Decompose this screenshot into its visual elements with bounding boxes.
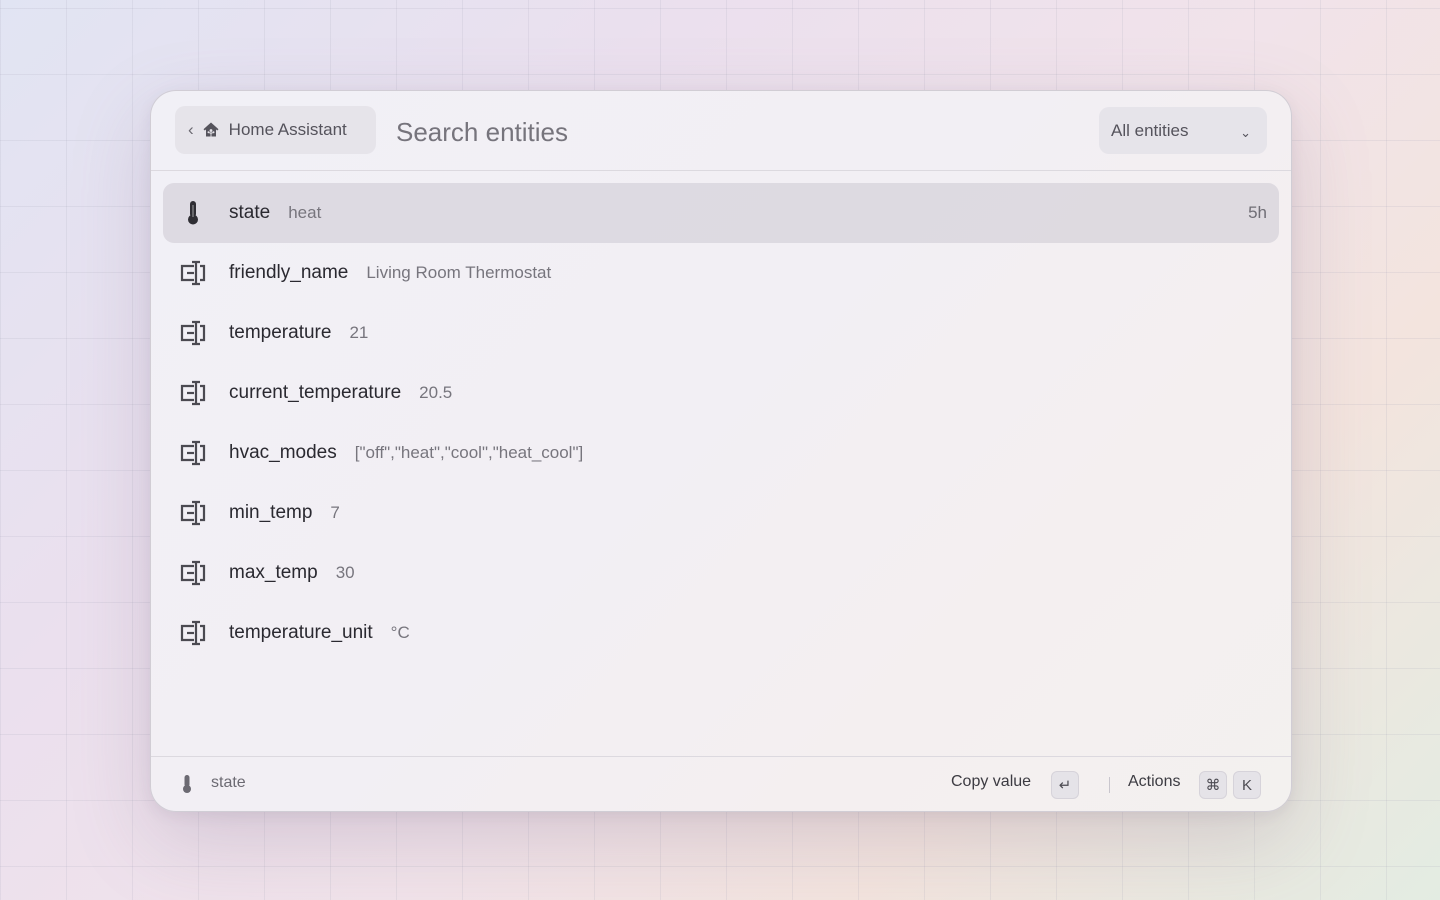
item-value: heat (288, 203, 322, 222)
item-text: hvac_modes ["off","heat","cool","heat_coo… (229, 442, 583, 464)
item-key: max_temp (229, 562, 318, 583)
divider (1109, 777, 1110, 793)
list-item[interactable]: min_temp 7 (163, 483, 1279, 543)
item-value: 21 (349, 323, 369, 342)
item-key: temperature (229, 322, 332, 343)
list-item[interactable]: friendly_name Living Room Thermostat (163, 243, 1279, 303)
return-key-hint: ↵ (1051, 771, 1079, 799)
copy-value-button[interactable]: Copy value (951, 773, 1031, 791)
action-bar: state Copy value ↵ Actions ⌘ K (151, 756, 1291, 811)
item-key: friendly_name (229, 262, 349, 283)
attribute-icon (179, 440, 207, 466)
list-item[interactable]: temperature 21 (163, 303, 1279, 363)
search-input[interactable] (394, 113, 998, 151)
attribute-icon (179, 260, 207, 286)
selected-item-label: state (211, 774, 246, 791)
attribute-icon (179, 320, 207, 346)
list-item[interactable]: current_temperature 20.5 (163, 363, 1279, 423)
item-key: temperature_unit (229, 622, 373, 643)
item-key: state (229, 202, 271, 223)
attribute-icon (179, 560, 207, 586)
entity-attribute-list: state heat 5h friendly_name Living Room Ther… (163, 183, 1279, 663)
list-item[interactable]: hvac_modes ["off","heat","cool","heat_coo… (163, 423, 1279, 483)
item-text: temperature_unit °C (229, 622, 410, 644)
item-text: min_temp 7 (229, 502, 340, 524)
entity-filter-dropdown[interactable]: All entities ⌄ (1099, 107, 1267, 154)
back-button[interactable]: ‹ Home Assistant (175, 106, 376, 154)
chevron-left-icon: ‹ (188, 120, 194, 139)
list-item[interactable]: max_temp 30 (163, 543, 1279, 603)
k-key-hint: K (1233, 771, 1261, 799)
item-text: friendly_name Living Room Thermostat (229, 262, 551, 284)
item-key: min_temp (229, 502, 313, 523)
list-item[interactable]: temperature_unit °C (163, 603, 1279, 663)
list-item[interactable]: state heat 5h (163, 183, 1279, 243)
item-text: current_temperature 20.5 (229, 382, 452, 404)
item-key: current_temperature (229, 382, 402, 403)
item-key: hvac_modes (229, 442, 337, 463)
filter-label: All entities (1111, 120, 1189, 140)
item-value: 30 (335, 563, 355, 582)
command-palette-window: ‹ Home Assistant All entities ⌄ state hea… (150, 90, 1292, 812)
item-text: state heat (229, 202, 321, 224)
command-key-hint: ⌘ (1199, 771, 1227, 799)
home-assistant-icon (202, 121, 220, 139)
item-value: Living Room Thermostat (366, 263, 552, 282)
attribute-icon (179, 380, 207, 406)
thermometer-icon (179, 774, 195, 794)
item-value: 7 (330, 503, 340, 522)
item-value: ["off","heat","cool","heat_cool"] (354, 443, 584, 462)
item-value: °C (390, 623, 410, 642)
item-text: max_temp 30 (229, 562, 355, 584)
actions-button[interactable]: Actions (1128, 773, 1180, 791)
item-text: temperature 21 (229, 322, 368, 344)
item-age: 5h (1248, 203, 1267, 222)
thermometer-icon (179, 200, 207, 226)
search-bar: ‹ Home Assistant All entities ⌄ (151, 91, 1291, 171)
back-button-label: Home Assistant (228, 120, 347, 139)
attribute-icon (179, 620, 207, 646)
chevron-down-icon: ⌄ (1240, 125, 1251, 140)
item-value: 20.5 (419, 383, 453, 402)
attribute-icon (179, 500, 207, 526)
